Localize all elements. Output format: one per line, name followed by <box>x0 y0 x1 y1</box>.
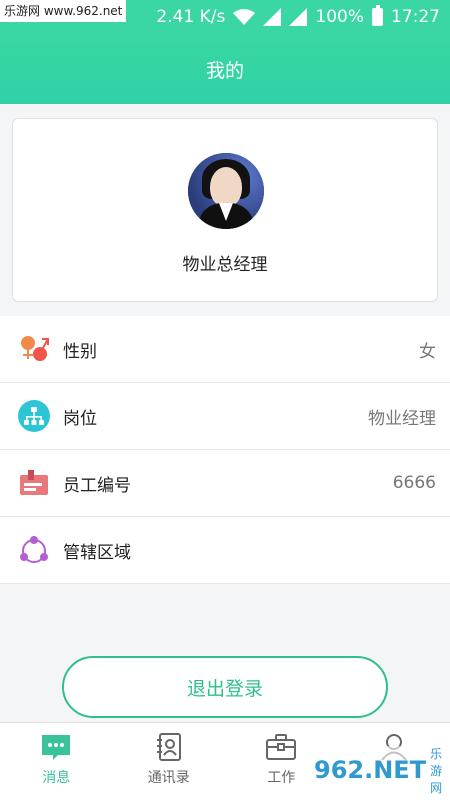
info-label: 员工编号 <box>63 475 131 496</box>
battery-percent: 100% <box>315 7 364 27</box>
contacts-icon <box>156 733 181 761</box>
message-icon <box>42 735 71 760</box>
watermark-logo-text: 962.NET <box>314 756 427 784</box>
tab-label: 工作 <box>267 770 296 786</box>
info-row-position[interactable]: 岗位 物业经理 <box>0 383 450 450</box>
tab-label: 消息 <box>42 770 71 786</box>
page-header: 我的 <box>0 34 450 104</box>
tab-contacts[interactable]: 通讯录 <box>113 723 226 800</box>
logout-button[interactable]: 退出登录 <box>62 656 388 718</box>
tab-messages[interactable]: 消息 <box>0 723 113 800</box>
info-label: 岗位 <box>63 408 97 429</box>
profile-card[interactable]: 物业总经理 <box>12 118 438 302</box>
info-row-region[interactable]: 管辖区域 <box>0 517 450 584</box>
network-speed: 2.41 K/s <box>156 7 226 27</box>
wifi-icon <box>233 9 256 25</box>
clock: 17:27 <box>391 7 440 27</box>
signal-icon <box>263 8 282 26</box>
info-row-gender[interactable]: 性别 女 <box>0 316 450 383</box>
briefcase-icon <box>266 734 297 760</box>
watermark-bottom: 962.NET 乐游网 <box>314 746 444 795</box>
page-title: 我的 <box>205 59 244 82</box>
status-bar: 乐游网 www.962.net 2.41 K/s 100% 17:27 <box>0 0 450 34</box>
info-value: 女 <box>419 341 436 362</box>
gender-icon <box>21 336 49 361</box>
info-list: 性别 女 岗位 物业经理 员工编号 6666 管辖区域 <box>0 316 450 584</box>
avatar-face <box>210 167 242 207</box>
profile-name: 物业总经理 <box>182 255 268 275</box>
info-value: 物业经理 <box>368 408 436 429</box>
org-chart-icon <box>18 400 50 432</box>
watermark-top: 乐游网 www.962.net <box>0 0 127 22</box>
watermark-subtext: 乐游网 <box>430 746 443 795</box>
info-label: 性别 <box>63 341 97 362</box>
avatar[interactable] <box>188 153 264 229</box>
info-label: 管辖区域 <box>63 542 131 563</box>
signal-icon-2 <box>289 8 308 26</box>
info-row-employee-id[interactable]: 员工编号 6666 <box>0 450 450 517</box>
status-right: 2.41 K/s 100% 17:27 <box>156 0 440 34</box>
info-value: 6666 <box>392 473 436 493</box>
id-card-icon <box>20 470 48 495</box>
region-icon <box>20 536 48 563</box>
tab-label: 通讯录 <box>147 770 190 786</box>
battery-icon <box>372 5 383 26</box>
